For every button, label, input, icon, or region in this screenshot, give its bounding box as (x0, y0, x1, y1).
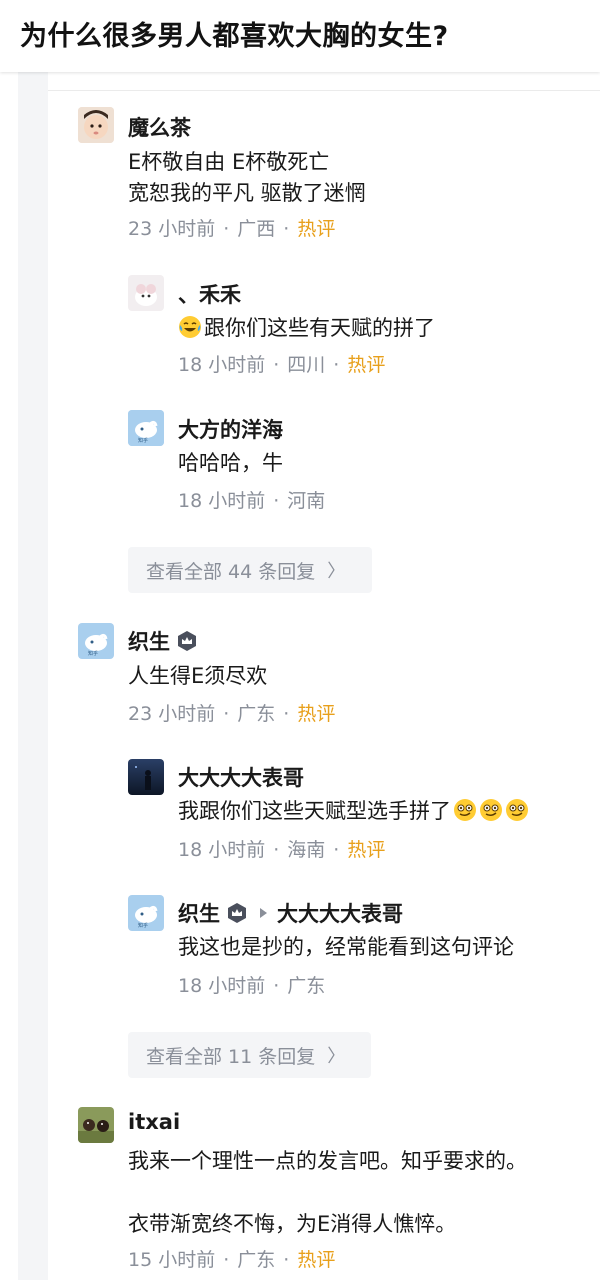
default-avatar[interactable]: 知乎 (128, 895, 164, 931)
separator: · (333, 839, 340, 861)
comment-meta: 23 小时前 · 广西 · 热评 (128, 214, 335, 241)
drooling-face-emoji (505, 798, 529, 822)
author-name-row: 织生 (128, 626, 198, 656)
separator: · (273, 354, 280, 376)
hot-tag: 热评 (297, 1249, 336, 1271)
drooling-face-emoji (453, 798, 477, 822)
author-name[interactable]: 魔么茶 (128, 112, 191, 142)
chevron-right-icon: 〉 (327, 561, 346, 582)
author-name-row: 织生 大大大大表哥 (178, 898, 403, 928)
author-name[interactable]: 大大大大表哥 (178, 762, 304, 792)
author-name[interactable]: 织生 (128, 626, 170, 656)
separator: · (223, 218, 230, 240)
view-all-label: 查看全部 11 条回复 (146, 1045, 316, 1068)
comment-meta: 23 小时前 · 广东 · 热评 (128, 699, 335, 726)
chevron-right-icon: 〉 (327, 1046, 346, 1067)
region: 河南 (287, 490, 326, 512)
comment-text-line: 我来一个理性一点的发言吧。知乎要求的。 (128, 1149, 527, 1173)
timestamp: 18 小时前 (178, 354, 266, 376)
comment-meta: 18 小时前 · 广东 (178, 971, 325, 998)
separator: · (273, 839, 280, 861)
drooling-face-emoji (479, 798, 503, 822)
svg-text:知乎: 知乎 (138, 922, 148, 929)
region: 广东 (237, 1249, 276, 1271)
svg-text:知乎: 知乎 (138, 437, 148, 444)
region: 广东 (287, 975, 326, 997)
thread-rail (18, 72, 48, 1280)
hot-tag: 热评 (297, 703, 336, 725)
timestamp: 18 小时前 (178, 839, 266, 861)
tears-of-joy-emoji (178, 315, 202, 339)
avatar[interactable] (128, 275, 164, 311)
avatar[interactable] (78, 107, 114, 143)
separator: · (283, 703, 290, 725)
question-title: 为什么很多男人都喜欢大胸的女生? (20, 21, 449, 52)
comment-text: 人生得E须尽欢 (128, 664, 268, 688)
hot-tag: 热评 (297, 218, 336, 240)
timestamp: 18 小时前 (178, 975, 266, 997)
crown-badge-icon (176, 630, 198, 652)
default-avatar[interactable]: 知乎 (78, 623, 114, 659)
timestamp: 18 小时前 (178, 490, 266, 512)
separator: · (283, 218, 290, 240)
comment-meta: 18 小时前 · 四川 · 热评 (178, 350, 385, 377)
comment-text-content: 我跟你们这些天赋型选手拼了 (178, 799, 451, 823)
divider (48, 90, 600, 91)
comment-text: 我跟你们这些天赋型选手拼了 (178, 794, 531, 828)
comment-text-line: 宽恕我的平凡 驱散了迷惘 (128, 181, 366, 205)
crown-badge-icon (226, 902, 248, 924)
comment-text: 我这也是抄的，经常能看到这句评论 (178, 935, 514, 959)
author-name[interactable]: 、禾禾 (178, 279, 241, 309)
comment-meta: 18 小时前 · 海南 · 热评 (178, 835, 385, 862)
comment-meta: 15 小时前 · 广东 · 热评 (128, 1245, 335, 1272)
triangle-right-icon (260, 908, 267, 918)
comment-text-content: 跟你们这些有天赋的拼了 (204, 316, 435, 340)
reply-to-name[interactable]: 大大大大表哥 (277, 898, 403, 928)
default-avatar[interactable]: 知乎 (128, 410, 164, 446)
separator: · (223, 703, 230, 725)
view-all-label: 查看全部 44 条回复 (146, 560, 316, 583)
separator: · (273, 975, 280, 997)
separator: · (223, 1249, 230, 1271)
author-name[interactable]: 织生 (178, 898, 220, 928)
region: 四川 (287, 354, 326, 376)
view-all-replies-button[interactable]: 查看全部 44 条回复〉 (128, 547, 372, 593)
separator: · (273, 490, 280, 512)
comment-text-line: E杯敬自由 E杯敬死亡 (128, 150, 330, 174)
question-header: 为什么很多男人都喜欢大胸的女生? (0, 0, 600, 72)
comment-text: 哈哈哈，牛 (178, 451, 283, 475)
comment-meta: 18 小时前 · 河南 (178, 486, 325, 513)
author-name[interactable]: itxai (128, 1110, 180, 1134)
author-name[interactable]: 大方的洋海 (178, 414, 283, 444)
hot-tag: 热评 (347, 839, 386, 861)
hot-tag: 热评 (347, 354, 386, 376)
comment-text: 跟你们这些有天赋的拼了 (178, 311, 435, 345)
avatar[interactable] (128, 759, 164, 795)
region: 海南 (287, 839, 326, 861)
avatar[interactable] (78, 1107, 114, 1143)
timestamp: 15 小时前 (128, 1249, 216, 1271)
region: 广西 (237, 218, 276, 240)
svg-text:知乎: 知乎 (88, 650, 98, 657)
region: 广东 (237, 703, 276, 725)
timestamp: 23 小时前 (128, 703, 216, 725)
separator: · (283, 1249, 290, 1271)
timestamp: 23 小时前 (128, 218, 216, 240)
comment-text-line: 衣带渐宽终不悔，为E消得人憔悴。 (128, 1212, 457, 1236)
separator: · (333, 354, 340, 376)
view-all-replies-button[interactable]: 查看全部 11 条回复〉 (128, 1032, 371, 1078)
